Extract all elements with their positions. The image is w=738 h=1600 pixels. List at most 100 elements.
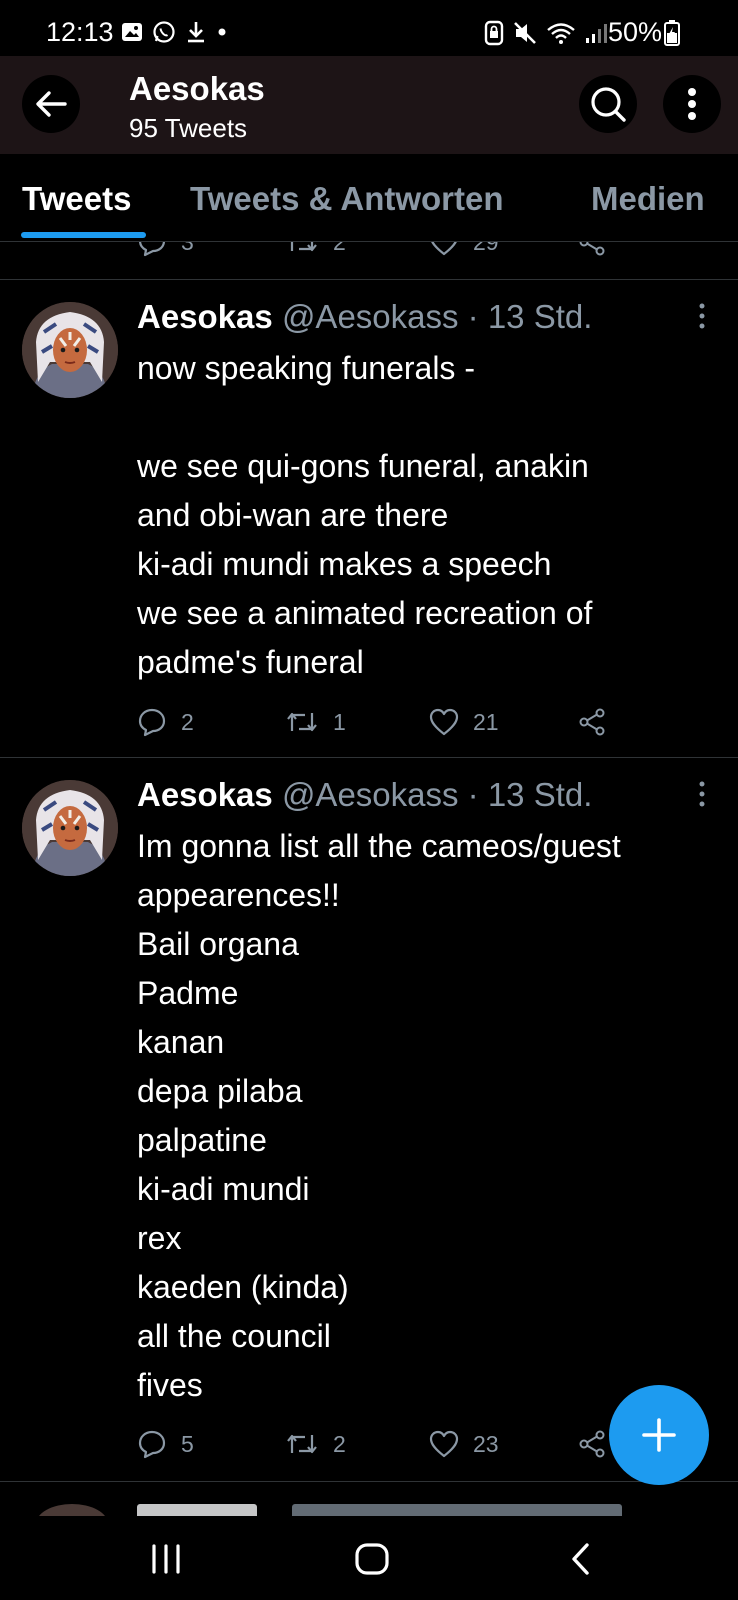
compose-tweet-button[interactable] (609, 1385, 709, 1485)
tweet-line: and obi-wan are there (137, 497, 449, 533)
wifi-icon (547, 23, 575, 44)
home-icon (355, 1543, 389, 1575)
heart-icon (431, 242, 457, 256)
profile-name: Aesokas (129, 70, 265, 107)
more-vertical-icon (699, 303, 705, 329)
more-vertical-icon (699, 781, 705, 807)
tweet-line: rex (137, 1220, 182, 1256)
retweet-button[interactable]: 1 (285, 702, 346, 742)
chevron-left-icon (572, 1543, 589, 1575)
profile-header: Aesokas 95 Tweets (0, 56, 738, 154)
profile-tabs: Tweets Tweets & Antworten Medien (0, 154, 738, 242)
tweet-line: kaeden (kinda) (137, 1269, 349, 1305)
avatar-image (22, 780, 118, 876)
tweet-line: padme's funeral (137, 644, 364, 680)
tweet-line: ki-adi mundi (137, 1171, 310, 1207)
search-button[interactable] (579, 75, 637, 133)
plus-icon (642, 1418, 676, 1452)
gallery-icon (122, 23, 142, 41)
tweet-line: Im gonna list all the cameos/guest (137, 828, 621, 864)
tweet-line (137, 393, 717, 442)
signal-icon (586, 24, 607, 43)
share-icon (579, 708, 605, 736)
tweet-line: Bail organa (137, 926, 299, 962)
search-icon (591, 87, 626, 122)
tweet-line: now speaking funerals - (137, 350, 475, 386)
tweet-line: depa pilaba (137, 1073, 303, 1109)
more-options-button[interactable] (663, 75, 721, 133)
tab-media[interactable]: Medien (591, 180, 705, 218)
previous-tweet-actions: 3 2 29 (0, 242, 738, 280)
heart-icon (429, 1430, 459, 1458)
tweet-header: Aesokas @Aesokass · 13 Std. (137, 776, 592, 814)
retweet-count: 2 (333, 242, 346, 256)
back-nav-button[interactable] (550, 1534, 610, 1584)
tweet-line: we see qui-gons funeral, anakin (137, 448, 589, 484)
system-icons (484, 20, 608, 46)
status-bar: 12:13 50% (0, 0, 738, 56)
tab-tweets-and-replies[interactable]: Tweets & Antworten (190, 180, 504, 218)
tab-tweets[interactable]: Tweets (22, 180, 131, 218)
share-button[interactable] (577, 702, 607, 742)
recent-apps-button[interactable] (136, 1534, 196, 1584)
reply-icon (138, 708, 166, 737)
tweet-line: palpatine (137, 1122, 267, 1158)
reply-count: 5 (181, 1430, 194, 1457)
like-button[interactable]: 23 (429, 1424, 499, 1464)
avatar-image (22, 302, 118, 398)
reply-icon (138, 242, 166, 257)
like-button[interactable]: 21 (429, 702, 499, 742)
share-button[interactable] (577, 1424, 607, 1464)
author-name-peek (137, 1504, 257, 1516)
reply-button[interactable]: 3 (137, 242, 194, 262)
tweet-line: appearences!! (137, 877, 340, 913)
tweet-line: we see a animated recreation of (137, 595, 593, 631)
download-icon (188, 22, 204, 43)
retweet-button[interactable]: 2 (285, 1424, 346, 1464)
like-count: 29 (473, 242, 499, 256)
heart-icon (429, 708, 459, 736)
status-time: 12:13 (46, 17, 114, 47)
lock-rotation-icon (484, 20, 504, 46)
retweet-count: 1 (333, 708, 346, 735)
retweet-button[interactable]: 2 (285, 242, 346, 262)
like-count: 23 (473, 1430, 499, 1457)
battery-icon (664, 20, 680, 46)
share-button[interactable] (577, 242, 607, 262)
tweet-actions: 2 1 21 (137, 702, 697, 742)
reply-count: 2 (181, 708, 194, 735)
tweet-text: Im gonna list all the cameos/guest appea… (137, 822, 717, 1410)
retweet-icon (287, 1434, 317, 1454)
battery-percent: 50% (607, 17, 662, 47)
back-button[interactable] (22, 75, 80, 133)
home-button[interactable] (342, 1534, 402, 1584)
like-count: 21 (473, 708, 499, 735)
avatar[interactable] (22, 780, 118, 876)
retweet-count: 2 (333, 1430, 346, 1457)
tweet-line: Padme (137, 975, 239, 1011)
system-navigation-bar (0, 1516, 738, 1600)
more-vertical-icon (688, 88, 696, 120)
retweet-icon (287, 712, 317, 732)
avatar[interactable] (22, 302, 118, 398)
author-handle-time: @Aesokass · 13 Std. (281, 776, 593, 813)
tweet-line: ki-adi mundi makes a speech (137, 546, 552, 582)
recents-icon (152, 1544, 180, 1574)
author-handle-time: @Aesokass · 13 Std. (281, 298, 593, 335)
avatar (36, 1504, 108, 1516)
tweet-line: kanan (137, 1024, 225, 1060)
tweet-menu-button[interactable] (690, 777, 714, 811)
tweet-count: 95 Tweets (129, 113, 248, 143)
tweet-menu-button[interactable] (690, 299, 714, 333)
author-name[interactable]: Aesokas (137, 776, 273, 813)
reply-button[interactable]: 5 (137, 1424, 194, 1464)
reply-count: 3 (181, 242, 194, 256)
tweet[interactable]: Aesokas @Aesokass · 13 Std. Im gonna lis… (0, 758, 738, 1482)
tweet-line: all the council (137, 1318, 331, 1354)
tweet-header: Aesokas @Aesokass · 13 Std. (137, 298, 592, 336)
author-name[interactable]: Aesokas (137, 298, 273, 335)
like-button[interactable]: 29 (429, 242, 499, 262)
tweet[interactable]: Aesokas @Aesokass · 13 Std. now speaking… (0, 280, 738, 758)
reply-icon (138, 1430, 166, 1459)
reply-button[interactable]: 2 (137, 702, 194, 742)
